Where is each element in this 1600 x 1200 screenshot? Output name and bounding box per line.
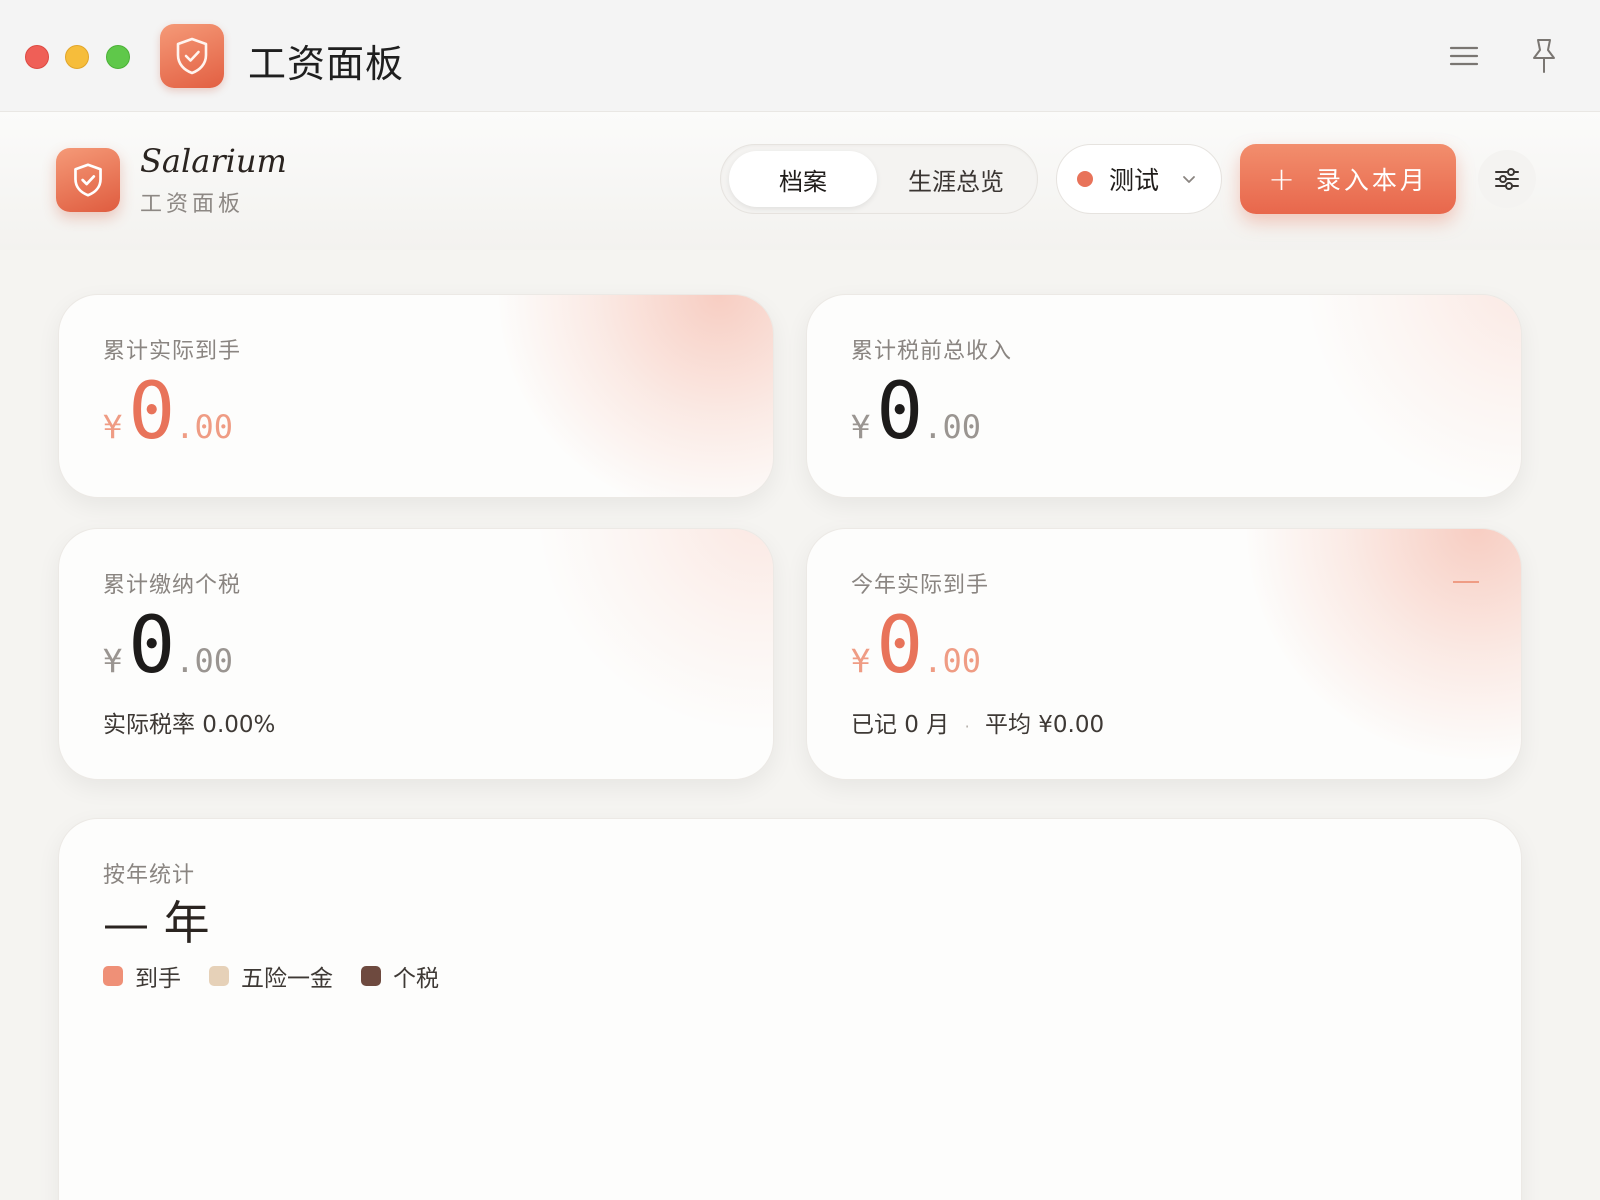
currency-symbol: ¥	[103, 642, 123, 680]
tax-total-card: 累计缴纳个税 ¥ 0 .00 实际税率 0.00%	[58, 528, 774, 780]
tab-archive[interactable]: 档案	[729, 151, 877, 207]
monthly-average: 平均 ¥0.00	[984, 712, 1105, 738]
settings-button[interactable]	[1478, 150, 1536, 208]
currency-symbol: ¥	[851, 642, 871, 680]
trend-dash-icon	[1453, 581, 1479, 583]
legend-swatch	[361, 966, 381, 986]
card-glow	[1247, 529, 1521, 759]
currency-symbol: ¥	[851, 408, 871, 446]
tab-career-overview[interactable]: 生涯总览	[881, 151, 1031, 207]
add-month-button[interactable]: + 录入本月	[1240, 144, 1456, 214]
currency-symbol: ¥	[103, 408, 123, 446]
amount-decimal: .00	[175, 642, 234, 680]
legend-item-tax: 个税	[361, 959, 439, 993]
card-glow	[499, 295, 773, 497]
close-window-button[interactable]	[25, 45, 49, 69]
app-shield-icon	[160, 24, 224, 88]
app-header: Salarium 工资面板 档案 生涯总览 测试 + 录入本月	[0, 112, 1600, 250]
profile-name: 测试	[1109, 166, 1160, 195]
chart-legend: 到手 五险一金 个税	[103, 959, 467, 993]
legend-item-net: 到手	[103, 959, 181, 993]
gross-total-label: 累计税前总收入	[851, 339, 1013, 364]
hamburger-menu-icon[interactable]	[1448, 40, 1480, 72]
amount-integer: 0	[128, 601, 176, 691]
minimize-window-button[interactable]	[65, 45, 89, 69]
yearly-stats-label: 按年统计	[103, 863, 196, 888]
footer-separator: ·	[964, 717, 970, 736]
zoom-window-button[interactable]	[106, 45, 130, 69]
amount-integer: 0	[876, 367, 924, 457]
title-bar: 工资面板	[0, 0, 1600, 112]
chevron-down-icon	[1181, 171, 1197, 187]
legend-label: 个税	[393, 966, 439, 992]
app-window: 工资面板 Salarium 工资面板 档案 生涯总览 测试 + 录入本月 累计实…	[0, 0, 1600, 1200]
amount-integer: 0	[876, 601, 924, 691]
gross-total-card: 累计税前总收入 ¥ 0 .00	[806, 294, 1522, 498]
year-net-card: 今年实际到手 ¥ 0 .00 已记 0 月 · 平均 ¥0.00	[806, 528, 1522, 780]
tax-total-amount: ¥ 0 .00	[103, 607, 233, 685]
amount-decimal: .00	[923, 642, 982, 680]
net-total-label: 累计实际到手	[103, 339, 242, 364]
year-net-label: 今年实际到手	[851, 573, 990, 598]
card-glow	[1307, 295, 1521, 495]
profile-selector[interactable]: 测试	[1056, 144, 1222, 214]
legend-item-insurance: 五险一金	[209, 959, 333, 993]
sliders-icon	[1495, 168, 1519, 190]
recorded-months: 已记 0 月	[851, 712, 950, 738]
legend-label: 到手	[135, 966, 181, 992]
legend-swatch	[103, 966, 123, 986]
amount-integer: 0	[128, 367, 176, 457]
pin-icon[interactable]	[1528, 36, 1560, 76]
card-glow	[539, 529, 773, 729]
gross-total-amount: ¥ 0 .00	[851, 373, 981, 451]
profile-status-dot	[1077, 171, 1093, 187]
brand-name: Salarium	[140, 142, 287, 180]
amount-decimal: .00	[923, 408, 982, 446]
tax-total-label: 累计缴纳个税	[103, 573, 242, 598]
year-net-amount: ¥ 0 .00	[851, 607, 981, 685]
net-total-amount: ¥ 0 .00	[103, 373, 233, 451]
year-net-footer: 已记 0 月 · 平均 ¥0.00	[851, 705, 1104, 739]
window-title: 工资面板	[248, 42, 405, 86]
effective-tax-rate: 实际税率 0.00%	[103, 712, 276, 738]
brand-subtitle: 工资面板	[140, 192, 245, 217]
plus-icon: +	[1268, 160, 1298, 198]
brand-shield-icon	[56, 148, 120, 212]
view-segmented-control: 档案 生涯总览	[720, 144, 1038, 214]
net-total-card: 累计实际到手 ¥ 0 .00	[58, 294, 774, 498]
amount-decimal: .00	[175, 408, 234, 446]
add-month-label: 录入本月	[1315, 166, 1428, 195]
yearly-stats-card: 按年统计 — 年 到手 五险一金 个税	[58, 818, 1522, 1200]
legend-swatch	[209, 966, 229, 986]
legend-label: 五险一金	[241, 966, 333, 992]
yearly-stats-year: — 年	[103, 896, 210, 950]
